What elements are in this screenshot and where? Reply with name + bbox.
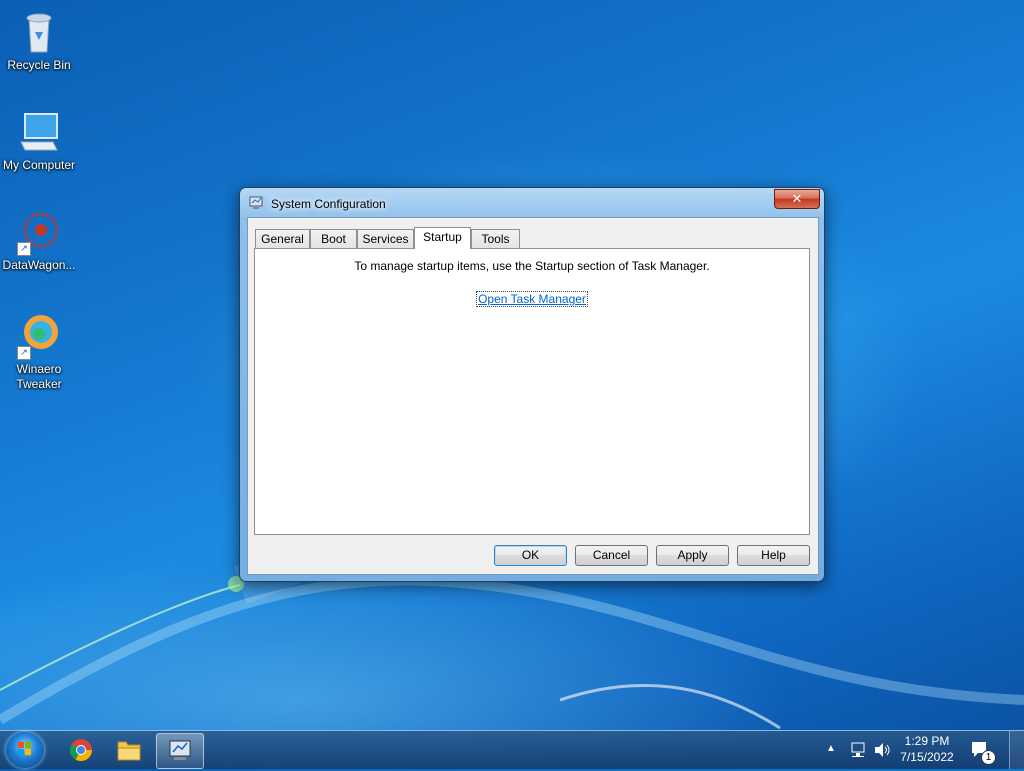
help-button[interactable]: Help [737, 545, 810, 566]
recycle-bin-icon [15, 8, 63, 56]
desktop-icon-datawagon[interactable]: ↗ DataWagon... [0, 208, 78, 273]
computer-icon [15, 108, 63, 156]
desktop-icon-label: Winaero Tweaker [16, 362, 62, 391]
close-icon: ✕ [791, 191, 803, 206]
tab-tools[interactable]: Tools [471, 229, 520, 248]
cancel-button[interactable]: Cancel [575, 545, 648, 566]
startup-tab-panel: To manage startup items, use the Startup… [254, 248, 810, 535]
chevron-up-icon: ▲ [826, 743, 836, 754]
show-hidden-icons[interactable]: ▲ [826, 743, 836, 754]
tab-general[interactable]: General [255, 229, 310, 248]
tab-boot[interactable]: Boot [310, 229, 357, 248]
system-configuration-window[interactable]: System Configuration ✕ General Boot Serv… [239, 187, 825, 582]
taskbar-system-configuration[interactable] [156, 733, 204, 769]
desktop-icon-my-computer[interactable]: My Computer [0, 108, 78, 173]
shortcut-arrow-icon: ↗ [17, 346, 31, 360]
taskbar-file-explorer[interactable] [106, 733, 152, 767]
action-center[interactable]: 1 [970, 739, 996, 765]
winaero-icon: ↗ [15, 312, 63, 360]
tab-startup[interactable]: Startup [414, 227, 471, 249]
msconfig-icon [169, 740, 191, 760]
startup-message: To manage startup items, use the Startup… [354, 259, 710, 273]
notification-count: 1 [981, 750, 996, 765]
msconfig-icon [249, 195, 264, 210]
apply-button[interactable]: Apply [656, 545, 729, 566]
folder-icon [117, 741, 141, 761]
volume-icon[interactable] [873, 741, 891, 762]
start-button[interactable] [6, 732, 44, 768]
ok-button[interactable]: OK [494, 545, 567, 566]
show-desktop-button[interactable] [1009, 731, 1024, 769]
windows-logo-icon [18, 742, 31, 755]
taskbar: ▲ 1:29 PM 7/15/2022 1 [0, 730, 1024, 769]
clock[interactable]: 1:29 PM 7/15/2022 [895, 734, 959, 764]
clock-time: 1:29 PM [904, 734, 950, 748]
clock-date: 7/15/2022 [900, 750, 954, 764]
shortcut-arrow-icon: ↗ [17, 242, 31, 256]
desktop-icon-recycle-bin[interactable]: Recycle Bin [0, 8, 78, 73]
window-title: System Configuration [271, 197, 386, 211]
window-client-area: General Boot Services Startup Tools To m… [247, 217, 819, 575]
open-task-manager-link[interactable]: Open Task Manager [476, 291, 588, 307]
network-icon[interactable] [850, 741, 868, 762]
link-container: Open Task Manager [255, 291, 809, 307]
desktop-icon-label: DataWagon... [2, 258, 76, 272]
datawagon-icon: ↗ [15, 208, 63, 256]
desktop-icon-label: My Computer [2, 158, 76, 172]
desktop-icon-label: Recycle Bin [7, 58, 71, 72]
close-button[interactable]: ✕ [774, 189, 820, 209]
desktop-icon-winaero-tweaker[interactable]: ↗ Winaero Tweaker [0, 312, 78, 392]
chrome-icon [70, 739, 92, 761]
taskbar-chrome[interactable] [58, 733, 104, 767]
tab-services[interactable]: Services [357, 229, 414, 248]
